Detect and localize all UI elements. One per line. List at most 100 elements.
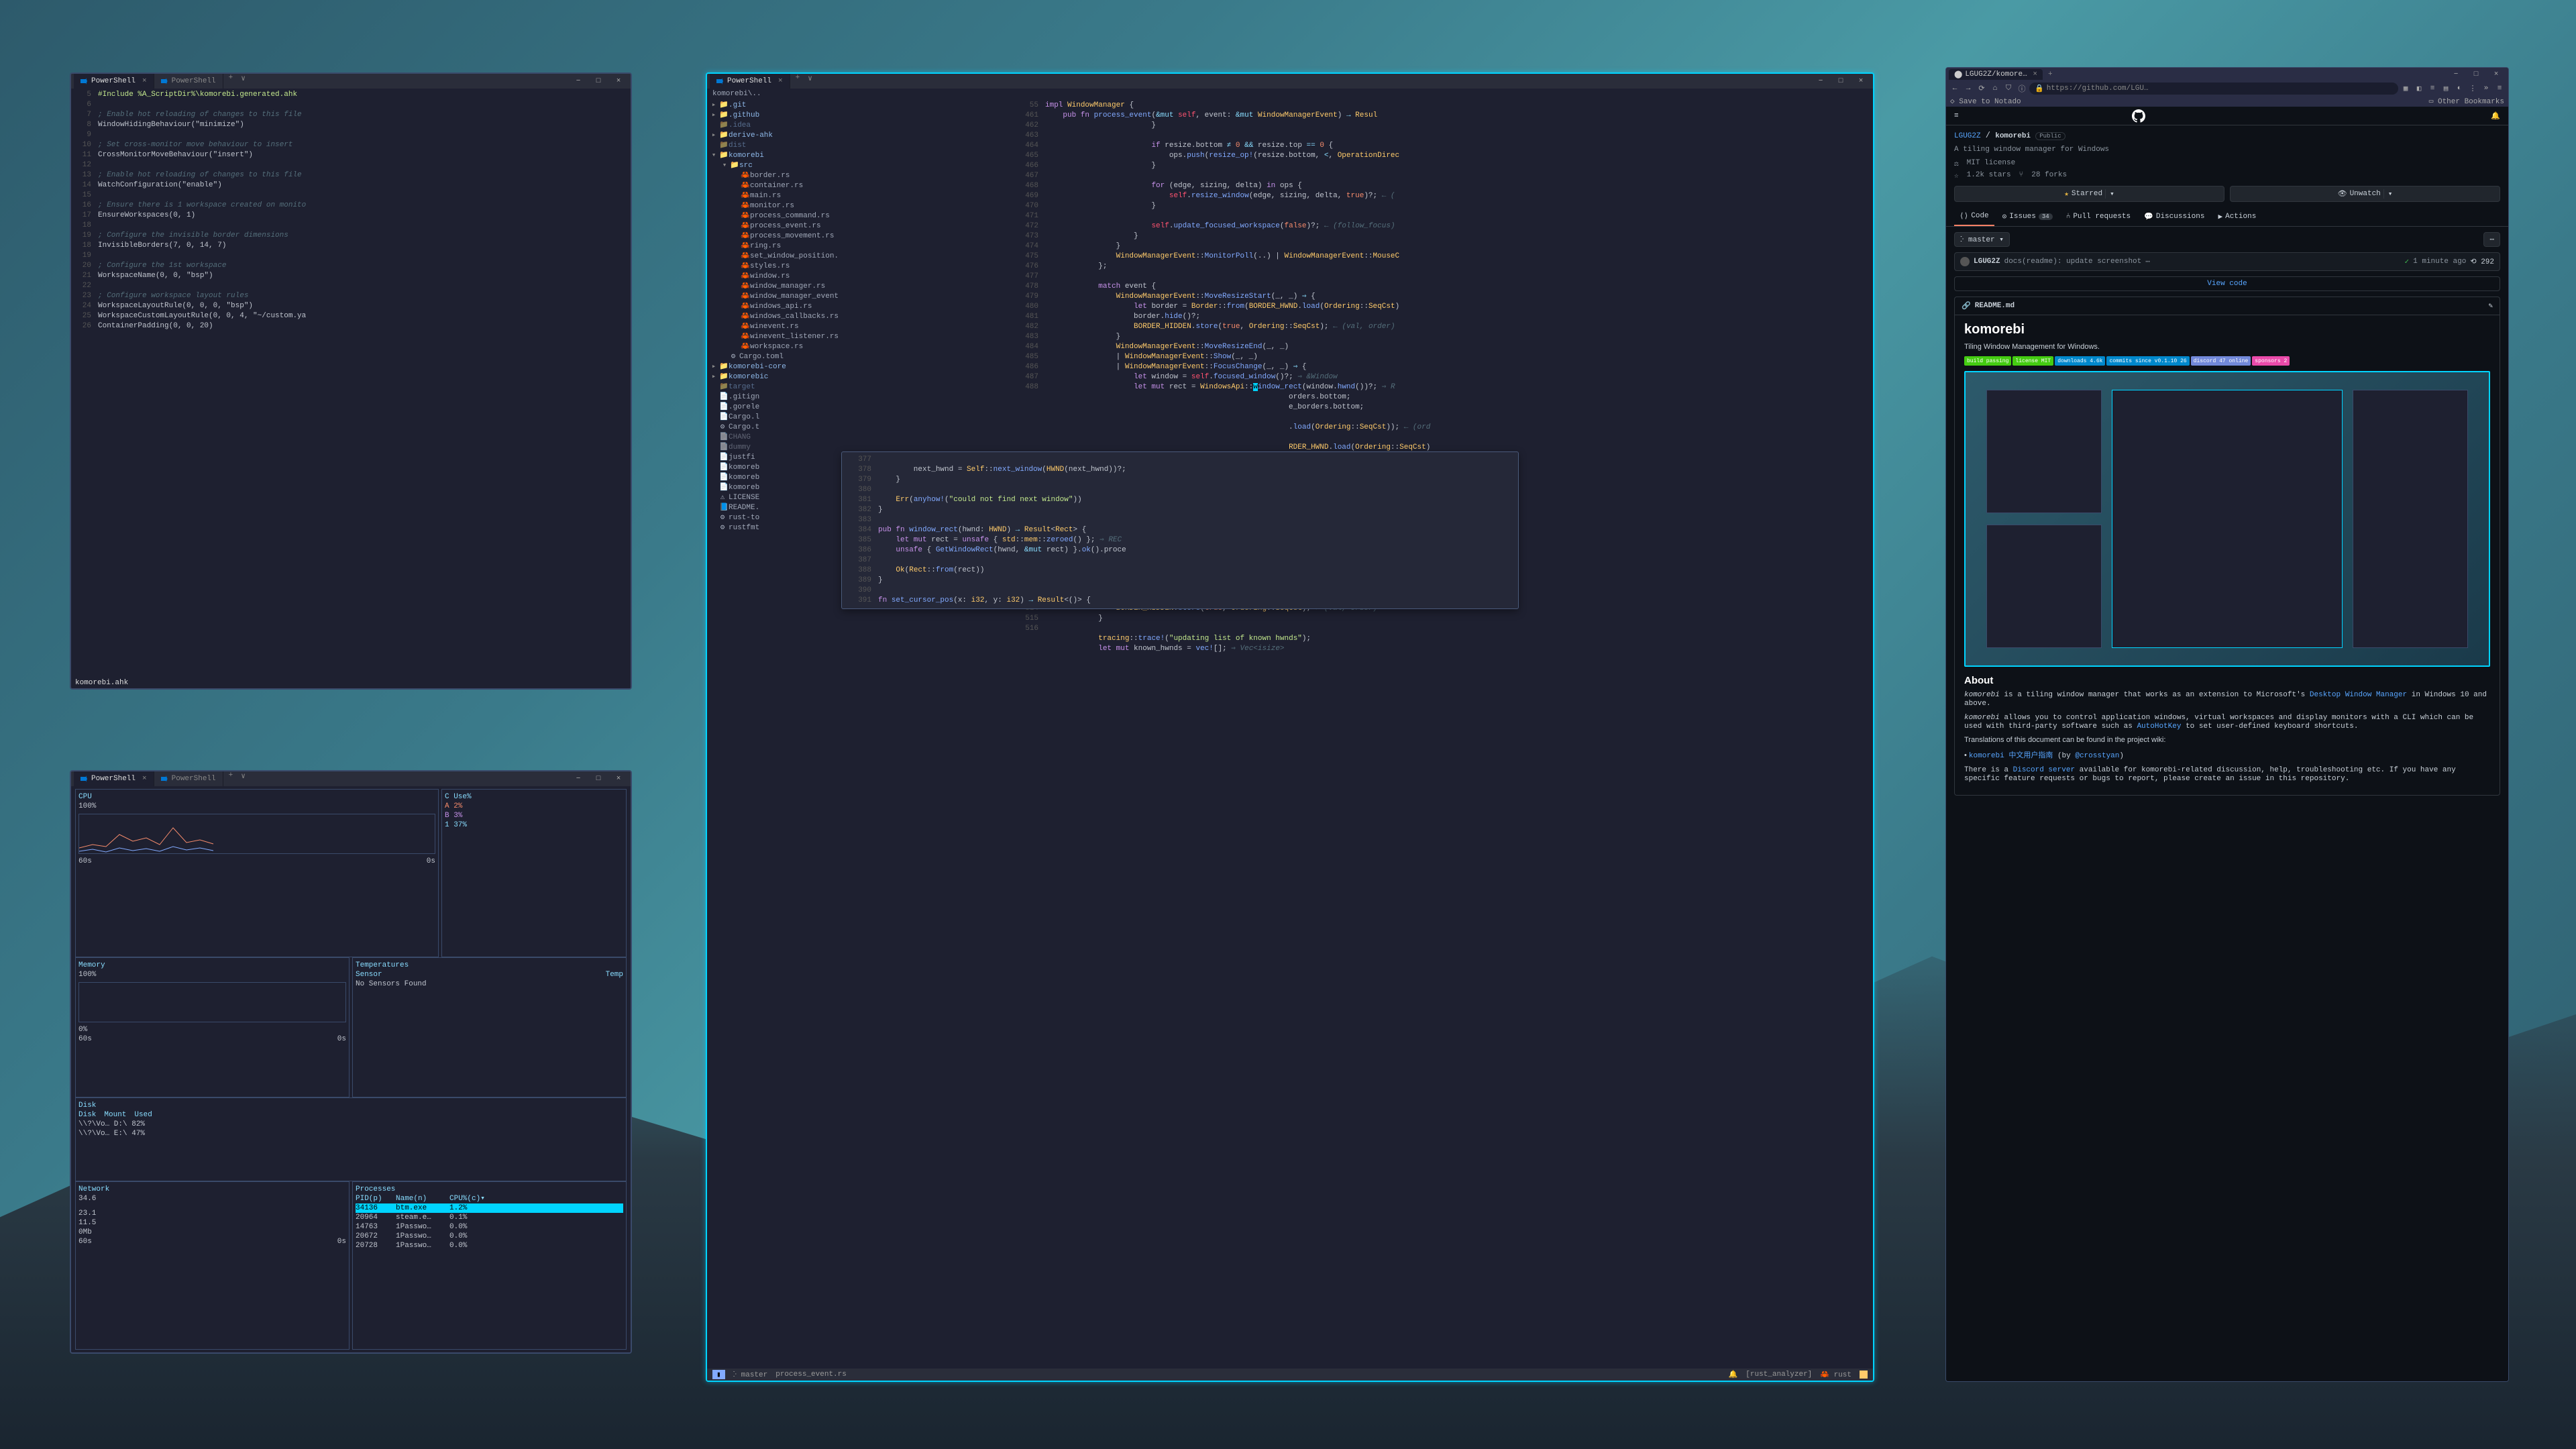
tab-dropdown[interactable]: ∨ xyxy=(238,74,248,89)
close-icon[interactable]: × xyxy=(2033,70,2037,78)
hamburger-icon[interactable]: ≡ xyxy=(1954,112,1959,120)
home-button[interactable]: ⌂ xyxy=(1989,83,2001,95)
repo-link[interactable]: komorebi xyxy=(1995,132,2031,140)
cpu-graph xyxy=(78,814,435,854)
temp-panel: Temperatures SensorTemp No Sensors Found xyxy=(352,957,627,1097)
ext-icon[interactable]: ▤ xyxy=(2440,83,2452,95)
wiki-link[interactable]: komorebi 中文用户指南 xyxy=(1969,752,2053,760)
edit-icon[interactable]: ✎ xyxy=(2488,301,2493,311)
forward-button[interactable]: → xyxy=(1962,83,1974,95)
close-button[interactable]: × xyxy=(609,773,628,785)
lock-icon: 🔒 xyxy=(2035,84,2044,93)
info-icon[interactable]: ⓘ xyxy=(2016,83,2028,95)
github-logo[interactable] xyxy=(2132,109,2145,123)
bookmark-folder[interactable]: ▭ Other Bookmarks xyxy=(2429,97,2504,106)
bell-icon[interactable]: 🔔 xyxy=(2491,111,2500,121)
close-icon[interactable]: × xyxy=(142,775,147,783)
back-button[interactable]: ← xyxy=(1949,83,1961,95)
url-bar[interactable]: 🔒https://github.com/LGU… xyxy=(2029,83,2398,95)
tab-add-button[interactable]: + xyxy=(223,74,239,89)
bookmark-item[interactable]: ◇ Save to Notado xyxy=(1950,97,2021,106)
maximize-button[interactable]: □ xyxy=(589,773,608,785)
nav-pr[interactable]: ⑃ Pull requests xyxy=(2061,207,2136,226)
git-branch[interactable]: ⴾ master xyxy=(733,1370,768,1379)
repo-description: A tiling window manager for Windows xyxy=(1946,146,2508,159)
nav-discussions[interactable]: 💬 Discussions xyxy=(2139,207,2210,226)
unwatch-button[interactable]: 👁Unwatch▾ xyxy=(2230,186,2500,202)
about-heading: About xyxy=(1964,675,2490,686)
ext-icon[interactable]: ≡ xyxy=(2426,83,2438,95)
tab-powershell[interactable]: PowerShell× xyxy=(710,74,790,89)
code-area[interactable]: impl WindowManager { pub fn process_even… xyxy=(1042,99,1873,1368)
code-area[interactable]: #Include %A_ScriptDir%\komorebi.generate… xyxy=(95,89,631,678)
maximize-button[interactable]: □ xyxy=(2467,68,2485,80)
tab-add-button[interactable]: + xyxy=(2043,70,2058,78)
browser-toolbar: ← → ⟳ ⌂ ⛉ ⓘ 🔒https://github.com/LGU… ▦ ◧… xyxy=(1946,81,2508,96)
ahk-link[interactable]: AutoHotKey xyxy=(2137,722,2181,731)
close-button[interactable]: × xyxy=(2487,68,2506,80)
notification-icon[interactable]: 🔔 xyxy=(1729,1370,1738,1379)
tab-dropdown[interactable]: ∨ xyxy=(238,771,248,786)
ext-icon[interactable]: ⋮ xyxy=(2467,83,2479,95)
breadcrumb-path: komorebi\.. xyxy=(707,89,1873,99)
close-button[interactable]: × xyxy=(609,75,628,87)
more-button[interactable]: ⋯ xyxy=(2483,232,2500,247)
processes-panel[interactable]: Processes PID(p)Name(n)CPU%(c)▾ 34136btm… xyxy=(352,1181,627,1350)
minimize-button[interactable]: − xyxy=(1811,75,1830,87)
titlebar[interactable]: PowerShell× PowerShell + ∨ − □ × xyxy=(71,771,631,786)
tab-powershell-2[interactable]: PowerShell xyxy=(154,74,223,89)
license-link[interactable]: MIT license xyxy=(1967,159,2016,168)
minimize-button[interactable]: − xyxy=(569,773,588,785)
dwm-link[interactable]: Desktop Window Manager xyxy=(2310,691,2407,699)
file-tree[interactable]: ▸📁.git▸📁.github 📁.idea▸📁derive-ahk 📁dist… xyxy=(707,99,1002,1368)
owner-link[interactable]: LGUG2Z xyxy=(1954,132,1981,140)
stars-link[interactable]: 1.2k stars xyxy=(1967,171,2011,180)
buffer-name: komorebi.ahk xyxy=(71,678,631,688)
readme-screenshot xyxy=(1964,371,2490,667)
titlebar[interactable]: PowerShell× + ∨ − □ × xyxy=(707,74,1873,89)
maximize-button[interactable]: □ xyxy=(589,75,608,87)
reload-button[interactable]: ⟳ xyxy=(1976,83,1988,95)
overflow-button[interactable]: » xyxy=(2480,83,2492,95)
browser-titlebar[interactable]: ⬤LGUG2Z/komorebi: A tiling win…× + − □ × xyxy=(1946,68,2508,81)
user-link[interactable]: @crosstyan xyxy=(2075,752,2119,760)
view-code-button[interactable]: View code xyxy=(1954,276,2500,291)
tab-dropdown[interactable]: ∨ xyxy=(805,74,815,89)
powershell-icon xyxy=(716,78,723,85)
ext-icon[interactable]: ◐ xyxy=(2453,83,2465,95)
cpu-panel: CPU 100% 60s0s xyxy=(75,789,439,957)
ext-icon[interactable]: ◧ xyxy=(2413,83,2425,95)
close-icon[interactable]: × xyxy=(142,77,147,85)
cpu-cores-panel: C Use% A 2% B 3% 1 37% xyxy=(441,789,627,957)
history-icon[interactable]: ⟲ 292 xyxy=(2470,257,2494,266)
tab-powershell-2[interactable]: PowerShell xyxy=(154,771,223,786)
nav-issues[interactable]: ⊙ Issues 34 xyxy=(1997,207,2058,226)
close-icon[interactable]: × xyxy=(778,77,783,85)
bookmark-bar: ◇ Save to Notado ▭ Other Bookmarks xyxy=(1946,96,2508,107)
minimize-button[interactable]: − xyxy=(2447,68,2465,80)
close-button[interactable]: × xyxy=(1851,75,1870,87)
browser-tab[interactable]: ⬤LGUG2Z/komorebi: A tiling win…× xyxy=(1949,69,2043,80)
tab-powershell[interactable]: PowerShell× xyxy=(74,771,154,786)
nav-code[interactable]: ⟨⟩ Code xyxy=(1954,207,1994,226)
tab-add-button[interactable]: + xyxy=(790,74,806,89)
tab-add-button[interactable]: + xyxy=(223,771,239,786)
maximize-button[interactable]: □ xyxy=(1831,75,1850,87)
lsp-peek-popup[interactable]: 3773783793803813823833843853863873883893… xyxy=(841,451,1519,609)
starred-button[interactable]: ★Starred▾ xyxy=(1954,186,2224,202)
minimize-button[interactable]: − xyxy=(569,75,588,87)
ext-icon[interactable]: ▦ xyxy=(2400,83,2412,95)
nav-actions[interactable]: ▶ Actions xyxy=(2212,207,2261,226)
titlebar[interactable]: PowerShell× PowerShell + ∨ − □ × xyxy=(71,74,631,89)
github-page[interactable]: ≡ 🔔 LGUG2Z / komorebi Public A tiling wi… xyxy=(1946,107,2508,1381)
discord-link[interactable]: Discord server xyxy=(2013,766,2075,774)
branch-selector[interactable]: ⴾ master ▾ xyxy=(1954,232,2010,247)
forks-link[interactable]: 28 forks xyxy=(2031,171,2067,180)
shield-icon[interactable]: ⛉ xyxy=(2002,83,2015,95)
repo-breadcrumb: LGUG2Z / komorebi Public xyxy=(1946,125,2508,146)
readme-title: komorebi xyxy=(1964,322,2490,337)
menu-button[interactable]: ≡ xyxy=(2493,83,2506,95)
powershell-icon xyxy=(80,775,87,782)
tab-powershell-1[interactable]: PowerShell× xyxy=(74,74,154,89)
latest-commit[interactable]: LGUG2Z docs(readme): update screenshot ⋯… xyxy=(1954,252,2500,271)
